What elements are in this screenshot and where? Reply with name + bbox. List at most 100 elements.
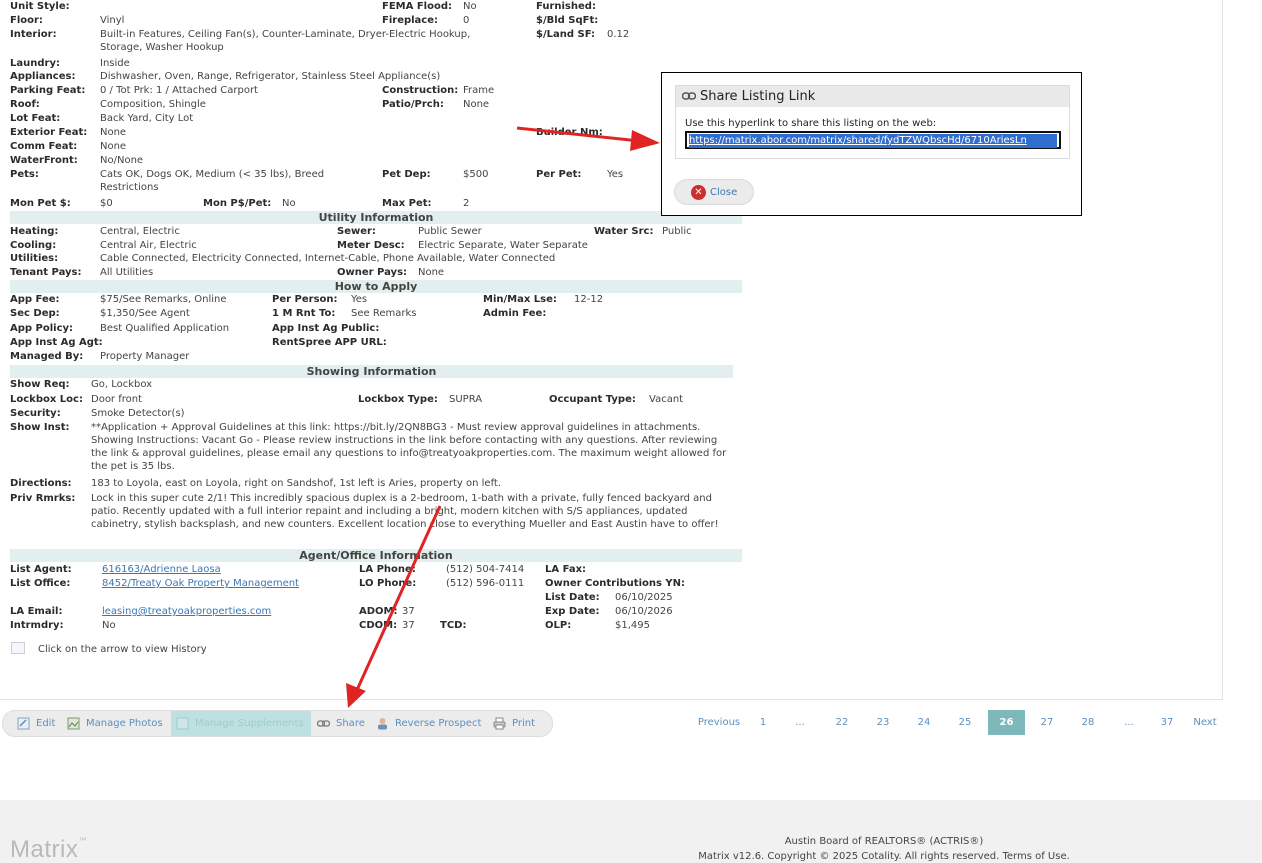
dialog-body: Use this hyperlink to share this listing… [675,107,1070,159]
field-label: LA Email: [10,606,63,617]
field-value: None [418,267,445,278]
pagination-page[interactable]: 23 [871,716,895,730]
field-label: FEMA Flood: [382,1,452,12]
field-value: 0 [463,15,470,26]
field-label: Unit Style: [10,1,70,12]
pagination-page[interactable]: 24 [912,716,936,730]
field-value: $1,350/See Agent [100,308,190,319]
pagination-ellipsis: ... [1124,717,1134,728]
field-value: No [282,198,296,209]
person-icon [378,717,387,729]
pagination-page[interactable]: 25 [953,716,977,730]
share-url-text[interactable]: https://matrix.abor.com/matrix/shared/fy… [689,134,1057,148]
field-label: Per Person: [272,294,338,305]
pagination-previous[interactable]: Previous [695,716,743,730]
field-value: Central Air, Electric [100,240,197,251]
share-url-field[interactable]: https://matrix.abor.com/matrix/shared/fy… [685,131,1061,149]
close-button[interactable]: ✕ Close [674,179,754,205]
field-label: LO Phone: [359,578,417,589]
field-value: None [100,141,127,152]
field-label: Intrmdry: [10,620,64,631]
dialog-message: Use this hyperlink to share this listing… [685,118,937,129]
field-label: Owner Pays: [337,267,408,278]
history-expand-icon[interactable] [11,642,25,654]
section-header: Agent/Office Information [10,549,742,562]
field-label: Mon Pet $: [10,198,71,209]
field-label: WaterFront: [10,155,78,166]
field-label: Directions: [10,478,72,489]
pagination-page[interactable]: 28 [1076,716,1100,730]
manage-supplements-label: Manage Supplements [195,718,304,729]
field-label: RentSpree APP URL: [272,337,387,348]
field-label: App Policy: [10,323,74,334]
field-label: App Inst Ag Public: [272,323,380,334]
field-value: Yes [607,169,624,180]
field-value: (512) 504-7414 [446,564,525,575]
field-label: Security: [10,408,61,419]
pagination-page[interactable]: 22 [830,716,854,730]
share-listing-dialog: Share Listing Link Use this hyperlink to… [661,72,1082,216]
edit-button[interactable]: Edit [17,711,55,736]
field-value: 0.12 [607,29,630,40]
dialog-title: Share Listing Link [700,89,816,104]
field-value: Vacant [649,394,684,405]
field-value: (512) 596-0111 [446,578,525,589]
field-label: Roof: [10,99,40,110]
field-value: Smoke Detector(s) [91,408,185,419]
field-label: Per Pet: [536,169,582,180]
field-value: Back Yard, City Lot [100,113,194,124]
field-value: $500 [463,169,489,180]
field-label: Meter Desc: [337,240,405,251]
field-label: ADOM: [359,606,398,617]
pagination-page[interactable]: 37 [1155,716,1179,730]
pagination-page[interactable]: 1 [755,716,771,730]
field-link[interactable]: 8452/Treaty Oak Property Management [102,577,299,590]
print-button[interactable]: Print [493,711,535,736]
field-label: OLP: [545,620,572,631]
field-value: See Remarks [351,308,417,319]
field-label: Sewer: [337,226,376,237]
field-label: Parking Feat: [10,85,86,96]
field-value: Public Sewer [418,226,482,237]
field-label: Comm Feat: [10,141,78,152]
field-value: 0 / Tot Prk: 1 / Attached Carport [100,85,258,96]
field-label: Max Pet: [382,198,432,209]
field-label: Patio/Prch: [382,99,444,110]
field-label: Lot Feat: [10,113,61,124]
field-link[interactable]: leasing@treatyoakproperties.com [102,605,271,618]
field-label: Furnished: [536,1,596,12]
field-link[interactable]: 616163/Adrienne Laosa [102,563,221,576]
field-value: Go, Lockbox [91,379,153,390]
field-label: Exterior Feat: [10,127,88,138]
field-label: TCD: [440,620,467,631]
pagination-page[interactable]: 27 [1035,716,1059,730]
reverse-prospect-button[interactable]: Reverse Prospect [376,711,481,736]
field-label: $/Land SF: [536,29,595,40]
dialog-header: Share Listing Link [675,85,1070,107]
field-label: Cooling: [10,240,57,251]
field-label: Pet Dep: [382,169,431,180]
field-label: Tenant Pays: [10,267,82,278]
field-value: Built-in Features, Ceiling Fan(s), Count… [100,29,471,53]
print-icon [493,717,506,729]
field-value: Dishwasher, Oven, Range, Refrigerator, S… [100,71,441,82]
field-value: No [102,620,116,631]
field-value: SUPRA [449,394,483,405]
field-value: Cable Connected, Electricity Connected, … [100,253,556,264]
field-label: Water Src: [594,226,654,237]
field-label: Min/Max Lse: [483,294,557,305]
field-label: LA Fax: [545,564,587,575]
share-button[interactable]: Share [317,711,365,736]
field-label: Builder Nm: [536,127,603,138]
field-label: List Agent: [10,564,72,575]
field-value: Composition, Shingle [100,99,206,110]
field-value: None [100,127,127,138]
field-value: 2 [463,198,470,209]
share-label: Share [336,718,365,729]
pagination-next[interactable]: Next [1189,716,1221,730]
field-label: Interior: [10,29,57,40]
field-label: Construction: [382,85,459,96]
manage-photos-button[interactable]: Manage Photos [67,711,163,736]
manage-supplements-button[interactable]: Manage Supplements [171,711,311,736]
field-label: Owner Contributions YN: [545,578,686,589]
